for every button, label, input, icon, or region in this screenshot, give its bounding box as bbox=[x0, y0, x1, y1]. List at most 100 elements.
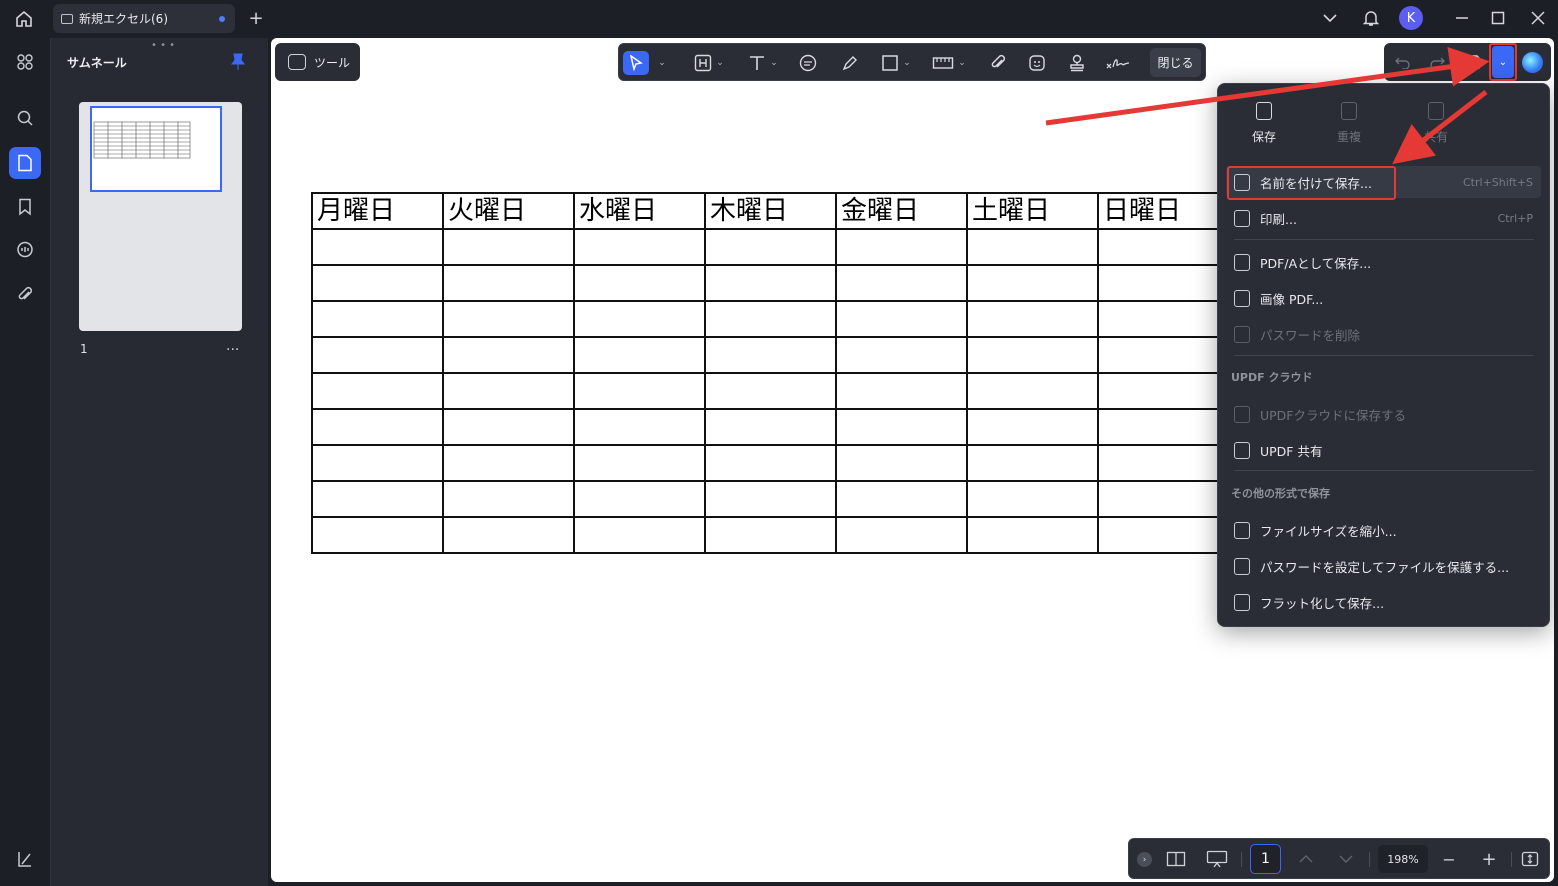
table-cell[interactable] bbox=[442, 444, 575, 482]
table-cell[interactable] bbox=[311, 264, 444, 302]
stamp-icon[interactable] bbox=[1064, 51, 1090, 75]
table-cell[interactable] bbox=[311, 480, 444, 518]
avatar[interactable]: K bbox=[1399, 6, 1423, 30]
table-cell[interactable] bbox=[704, 372, 837, 410]
table-cell[interactable] bbox=[835, 300, 968, 338]
table-cell[interactable] bbox=[573, 264, 706, 302]
table-cell[interactable] bbox=[442, 336, 575, 374]
attachment-icon[interactable] bbox=[9, 279, 41, 311]
zoom-level[interactable]: 198% bbox=[1378, 845, 1428, 873]
fit-page-icon[interactable] bbox=[1519, 849, 1541, 869]
more-options-button[interactable]: ... bbox=[226, 338, 239, 354]
text-icon[interactable]: ⌄ bbox=[743, 51, 783, 75]
drag-handle-icon[interactable]: • • • bbox=[151, 40, 175, 51]
menu-item-image-pdf[interactable]: 画像 PDF... bbox=[1226, 282, 1541, 314]
close-icon[interactable] bbox=[1528, 8, 1548, 28]
table-cell[interactable] bbox=[704, 516, 837, 554]
menu-save-button[interactable]: 保存 bbox=[1229, 102, 1299, 145]
menu-item-flatten[interactable]: フラット化して保存... bbox=[1226, 586, 1541, 618]
table-cell[interactable] bbox=[311, 408, 444, 446]
table-header-cell[interactable]: 日曜日 bbox=[1097, 192, 1230, 230]
table-cell[interactable] bbox=[835, 480, 968, 518]
table-cell[interactable] bbox=[966, 264, 1099, 302]
table-cell[interactable] bbox=[311, 228, 444, 266]
presentation-icon[interactable] bbox=[1205, 849, 1229, 869]
table-cell[interactable] bbox=[966, 444, 1099, 482]
select-icon[interactable] bbox=[623, 51, 649, 75]
tools-button[interactable]: ツール bbox=[275, 43, 360, 81]
table-header-cell[interactable]: 月曜日 bbox=[311, 192, 444, 230]
next-page-icon[interactable] bbox=[1337, 849, 1355, 869]
table-cell[interactable] bbox=[704, 228, 837, 266]
table-header-cell[interactable]: 金曜日 bbox=[835, 192, 968, 230]
pin-icon[interactable] bbox=[231, 53, 245, 75]
table-cell[interactable] bbox=[442, 480, 575, 518]
table-cell[interactable] bbox=[1097, 516, 1230, 554]
table-cell[interactable] bbox=[573, 336, 706, 374]
current-page-input[interactable]: 1 bbox=[1250, 844, 1281, 874]
table-cell[interactable] bbox=[311, 372, 444, 410]
table-cell[interactable] bbox=[442, 228, 575, 266]
menu-item-print[interactable]: 印刷... Ctrl+P bbox=[1226, 202, 1541, 234]
table-cell[interactable] bbox=[1097, 264, 1230, 302]
redo-icon[interactable] bbox=[1426, 50, 1448, 74]
select-dropdown-icon[interactable]: ⌄ bbox=[653, 51, 667, 75]
highlight-icon[interactable] bbox=[837, 51, 863, 75]
table-cell[interactable] bbox=[966, 300, 1099, 338]
table-cell[interactable] bbox=[704, 408, 837, 446]
table-cell[interactable] bbox=[966, 516, 1099, 554]
table-cell[interactable] bbox=[835, 264, 968, 302]
menu-item-share[interactable]: UPDF 共有 bbox=[1226, 434, 1541, 466]
table-header-cell[interactable]: 火曜日 bbox=[442, 192, 575, 230]
menu-item-remove-password[interactable]: パスワードを削除 bbox=[1226, 318, 1541, 350]
menu-item-protect[interactable]: パスワードを設定してファイルを保護する... bbox=[1226, 550, 1541, 582]
menu-item-reduce-size[interactable]: ファイルサイズを縮小... bbox=[1226, 514, 1541, 546]
chevron-down-icon[interactable] bbox=[1320, 8, 1340, 28]
home-icon[interactable] bbox=[12, 8, 36, 30]
table-cell[interactable] bbox=[704, 336, 837, 374]
page-thumbnail[interactable] bbox=[79, 102, 242, 331]
table-cell[interactable] bbox=[1097, 408, 1230, 446]
signature-icon[interactable] bbox=[1103, 51, 1133, 75]
comment-icon[interactable] bbox=[795, 51, 821, 75]
menu-item-save-pdfa[interactable]: PDF/Aとして保存... bbox=[1226, 246, 1541, 278]
table-cell[interactable] bbox=[573, 372, 706, 410]
table-cell[interactable] bbox=[966, 372, 1099, 410]
table-cell[interactable] bbox=[704, 300, 837, 338]
new-tab-button[interactable]: + bbox=[246, 8, 266, 29]
previous-page-icon[interactable] bbox=[1297, 849, 1315, 869]
pages-icon[interactable] bbox=[9, 147, 41, 179]
attachment-icon[interactable] bbox=[985, 51, 1011, 75]
undo-icon[interactable] bbox=[1392, 50, 1414, 74]
sidebar-toggle-icon[interactable] bbox=[9, 843, 41, 875]
zoom-out-button[interactable]: − bbox=[1439, 849, 1459, 869]
table-cell[interactable] bbox=[311, 516, 444, 554]
bookmark-icon[interactable] bbox=[9, 191, 41, 223]
table-cell[interactable] bbox=[704, 444, 837, 482]
table-cell[interactable] bbox=[573, 408, 706, 446]
table-header-cell[interactable]: 水曜日 bbox=[573, 192, 706, 230]
apps-grid-icon[interactable] bbox=[9, 46, 41, 78]
table-cell[interactable] bbox=[442, 408, 575, 446]
table-header-cell[interactable]: 木曜日 bbox=[704, 192, 837, 230]
table-cell[interactable] bbox=[835, 408, 968, 446]
menu-duplicate-button[interactable]: 重複 bbox=[1314, 102, 1384, 145]
table-cell[interactable] bbox=[442, 516, 575, 554]
table-cell[interactable] bbox=[442, 372, 575, 410]
table-cell[interactable] bbox=[835, 444, 968, 482]
table-cell[interactable] bbox=[442, 264, 575, 302]
menu-item-save-cloud[interactable]: UPDFクラウドに保存する bbox=[1226, 398, 1541, 430]
table-header-cell[interactable]: 土曜日 bbox=[966, 192, 1099, 230]
table-cell[interactable] bbox=[1097, 444, 1230, 482]
maximize-icon[interactable] bbox=[1488, 8, 1508, 28]
table-cell[interactable] bbox=[573, 444, 706, 482]
sticker-icon[interactable] bbox=[1024, 51, 1050, 75]
reading-mode-icon[interactable] bbox=[1165, 849, 1187, 869]
table-cell[interactable] bbox=[835, 336, 968, 374]
table-cell[interactable] bbox=[573, 516, 706, 554]
ai-assistant-icon[interactable] bbox=[1522, 52, 1543, 73]
measure-icon[interactable]: ⌄ bbox=[929, 51, 969, 75]
save-icon[interactable] bbox=[1462, 50, 1484, 74]
table-cell[interactable] bbox=[966, 408, 1099, 446]
table-cell[interactable] bbox=[1097, 300, 1230, 338]
